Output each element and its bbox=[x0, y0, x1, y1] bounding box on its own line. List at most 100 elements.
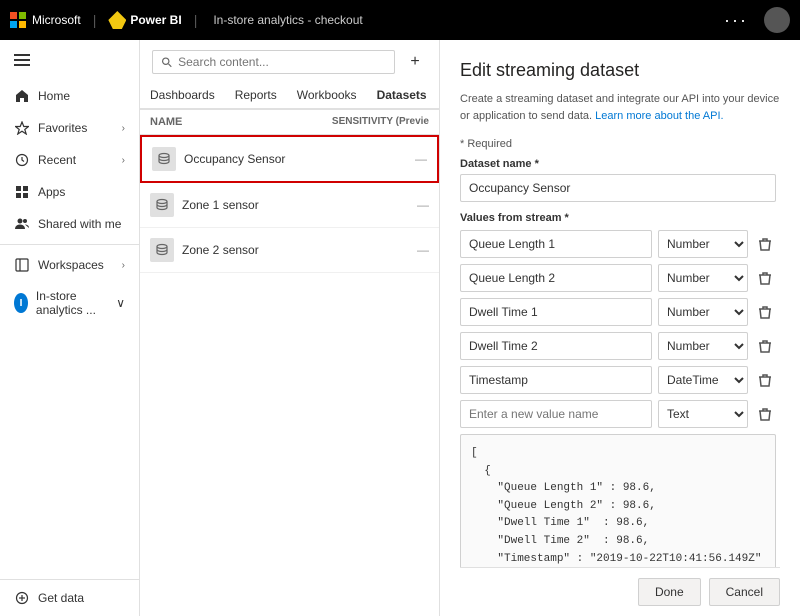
tab-workbooks[interactable]: Workbooks bbox=[287, 82, 367, 110]
value-type-select-4[interactable]: NumberTextDateTime bbox=[658, 366, 748, 394]
nav-tabs: Dashboards Reports Workbooks Datasets Da… bbox=[140, 74, 439, 110]
sidebar-item-home[interactable]: Home bbox=[0, 80, 139, 112]
done-button[interactable]: Done bbox=[638, 578, 701, 606]
value-type-select-new[interactable]: TextNumberDateTime bbox=[658, 400, 748, 428]
chevron-icon: › bbox=[122, 123, 125, 134]
delete-row-4-button[interactable] bbox=[754, 369, 776, 391]
sidebar-item-instore[interactable]: I In-store analytics ... ∨ bbox=[0, 281, 139, 325]
microsoft-brand: Microsoft bbox=[32, 13, 81, 27]
value-name-input-3[interactable] bbox=[460, 332, 652, 360]
value-row-3: NumberTextDateTime bbox=[460, 332, 776, 360]
value-row-2: NumberTextDateTime bbox=[460, 298, 776, 326]
favorites-icon bbox=[14, 120, 30, 136]
panel-title: Edit streaming dataset bbox=[460, 60, 780, 81]
workspace-avatar: I bbox=[14, 293, 28, 313]
value-name-input-new[interactable] bbox=[460, 400, 652, 428]
panel-scroll-area: * Required Dataset name * Values from st… bbox=[460, 138, 780, 567]
tab-dashboards[interactable]: Dashboards bbox=[140, 82, 225, 110]
sidebar: Home Favorites › Recent › Apps bbox=[0, 40, 140, 616]
cancel-button[interactable]: Cancel bbox=[709, 578, 780, 606]
dataset-dash-0: — bbox=[415, 152, 427, 166]
required-note: * Required bbox=[460, 138, 776, 150]
sidebar-workspaces-label: Workspaces bbox=[38, 258, 104, 272]
chevron-icon: › bbox=[122, 260, 125, 271]
home-icon bbox=[14, 88, 30, 104]
table-header: NAME SENSITIVITY (Previe bbox=[140, 110, 439, 135]
topbar: Microsoft | Power BI | In-store analytic… bbox=[0, 0, 800, 40]
dataset-dash-2: — bbox=[417, 243, 429, 257]
dataset-dash-1: — bbox=[417, 198, 429, 212]
search-icon bbox=[161, 56, 172, 68]
sidebar-apps-label: Apps bbox=[38, 185, 65, 199]
get-data-label: Get data bbox=[38, 591, 84, 605]
ms-squares bbox=[10, 12, 26, 28]
value-type-select-1[interactable]: NumberTextDateTime bbox=[658, 264, 748, 292]
value-name-input-2[interactable] bbox=[460, 298, 652, 326]
chevron-icon: ∨ bbox=[116, 296, 125, 310]
sidebar-recent-label: Recent bbox=[38, 153, 76, 167]
dataset-row-zone1[interactable]: Zone 1 sensor — bbox=[140, 183, 439, 228]
dataset-name-input[interactable] bbox=[460, 174, 776, 202]
tab-datasets[interactable]: Datasets bbox=[367, 82, 437, 110]
dataset-row-occupancy[interactable]: Occupancy Sensor — bbox=[140, 135, 439, 183]
value-type-select-0[interactable]: NumberTextDateTime bbox=[658, 230, 748, 258]
delete-row-1-button[interactable] bbox=[754, 267, 776, 289]
microsoft-logo: Microsoft bbox=[10, 12, 81, 28]
left-panel: + Dashboards Reports Workbooks Datasets … bbox=[140, 40, 440, 616]
value-name-input-4[interactable] bbox=[460, 366, 652, 394]
topbar-more-button[interactable]: ··· bbox=[724, 10, 748, 31]
learn-more-link[interactable]: Learn more about the API. bbox=[595, 110, 723, 122]
tab-dataflow[interactable]: Dataflow bbox=[437, 82, 439, 110]
panel-description: Create a streaming dataset and integrate… bbox=[460, 91, 780, 124]
sidebar-instore-label: In-store analytics ... bbox=[36, 289, 108, 317]
dataset-name-occupancy: Occupancy Sensor bbox=[184, 152, 407, 166]
value-name-input-0[interactable] bbox=[460, 230, 652, 258]
sidebar-item-shared[interactable]: Shared with me bbox=[0, 208, 139, 240]
dataset-icon bbox=[150, 238, 174, 262]
delete-row-0-button[interactable] bbox=[754, 233, 776, 255]
dataset-row-zone2[interactable]: Zone 2 sensor — bbox=[140, 228, 439, 273]
get-data-button[interactable]: Get data bbox=[0, 579, 139, 616]
powerbi-logo: Power BI bbox=[108, 11, 181, 29]
sidebar-nav: Home Favorites › Recent › Apps bbox=[0, 80, 139, 579]
delete-row-3-button[interactable] bbox=[754, 335, 776, 357]
get-data-icon bbox=[14, 590, 30, 606]
value-row-1: NumberTextDateTime bbox=[460, 264, 776, 292]
delete-row-new-button[interactable] bbox=[754, 403, 776, 425]
left-panel-header: + bbox=[140, 40, 439, 74]
value-name-input-1[interactable] bbox=[460, 264, 652, 292]
col-sensitivity-header: SENSITIVITY (Previe bbox=[290, 116, 430, 128]
datasets-table: NAME SENSITIVITY (Previe Occupancy Senso… bbox=[140, 110, 439, 616]
dataset-icon bbox=[150, 193, 174, 217]
dataset-name-zone2: Zone 2 sensor bbox=[182, 243, 409, 257]
pbi-label: Power BI bbox=[130, 13, 181, 27]
sidebar-item-favorites[interactable]: Favorites › bbox=[0, 112, 139, 144]
avatar[interactable] bbox=[764, 7, 790, 33]
value-row-4: NumberTextDateTime bbox=[460, 366, 776, 394]
sidebar-item-recent[interactable]: Recent › bbox=[0, 144, 139, 176]
search-input[interactable] bbox=[178, 55, 386, 69]
value-row-new: TextNumberDateTime bbox=[460, 400, 776, 428]
panel-footer: Done Cancel bbox=[460, 567, 780, 616]
pbi-icon bbox=[108, 11, 126, 29]
main-layout: Home Favorites › Recent › Apps bbox=[0, 40, 800, 616]
hamburger-button[interactable] bbox=[0, 40, 139, 80]
apps-icon bbox=[14, 184, 30, 200]
search-box[interactable] bbox=[152, 50, 395, 74]
recent-icon bbox=[14, 152, 30, 168]
sidebar-home-label: Home bbox=[38, 89, 70, 103]
sidebar-item-apps[interactable]: Apps bbox=[0, 176, 139, 208]
shared-icon bbox=[14, 216, 30, 232]
value-type-select-3[interactable]: NumberTextDateTime bbox=[658, 332, 748, 360]
sidebar-item-workspaces[interactable]: Workspaces › bbox=[0, 249, 139, 281]
dataset-icon bbox=[152, 147, 176, 171]
app-title: In-store analytics - checkout bbox=[213, 13, 362, 27]
value-type-select-2[interactable]: NumberTextDateTime bbox=[658, 298, 748, 326]
values-label: Values from stream * bbox=[460, 212, 776, 224]
tab-reports[interactable]: Reports bbox=[225, 82, 287, 110]
delete-row-2-button[interactable] bbox=[754, 301, 776, 323]
sidebar-shared-label: Shared with me bbox=[38, 217, 121, 231]
sidebar-favorites-label: Favorites bbox=[38, 121, 87, 135]
add-button[interactable]: + bbox=[403, 50, 427, 74]
dataset-name-zone1: Zone 1 sensor bbox=[182, 198, 409, 212]
